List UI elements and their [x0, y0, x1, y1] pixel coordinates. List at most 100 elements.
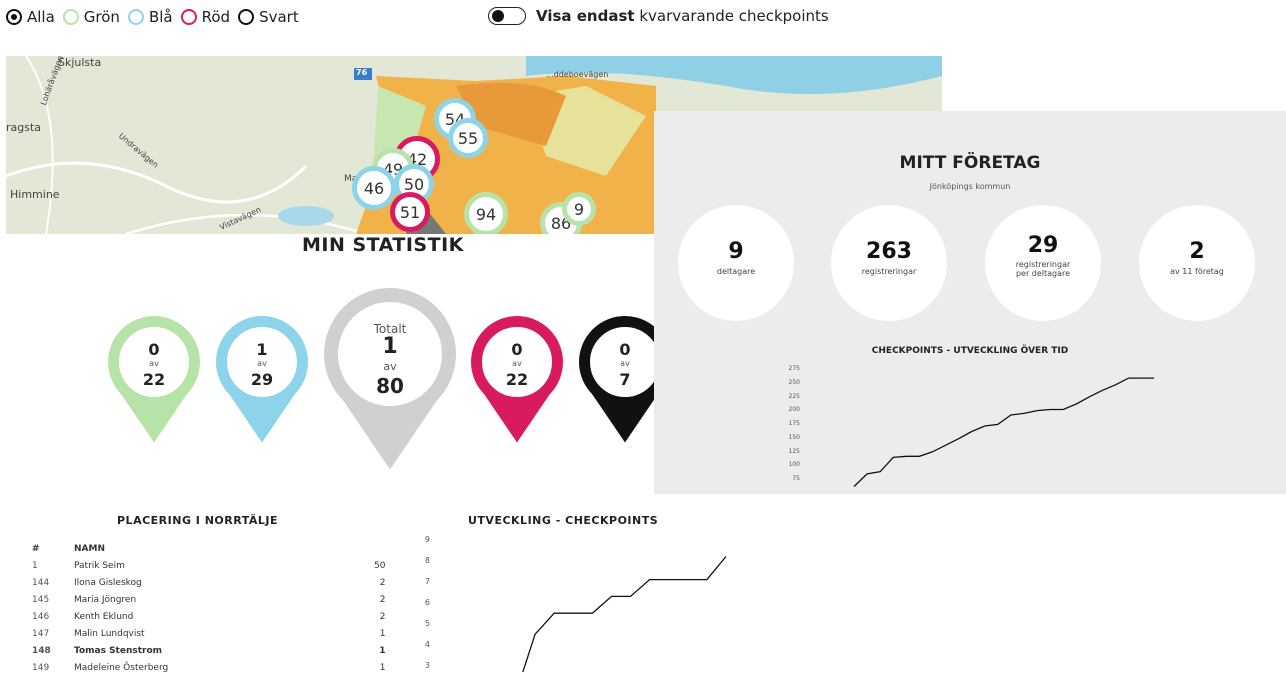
map-label-ragsta: ragsta: [6, 121, 42, 134]
y-tick-label: 4: [424, 640, 430, 649]
remaining-toggle[interactable]: Visa endast kvarvarande checkpoints: [488, 7, 829, 25]
company-chart: [853, 377, 1154, 487]
cell-rank: 1: [32, 560, 38, 571]
map-cluster[interactable]: 51: [390, 192, 430, 232]
table-header: # NAMN: [32, 540, 385, 557]
cell-name: Malin Lundqvist: [74, 628, 145, 639]
toggle-label: Visa endast kvarvarande checkpoints: [536, 7, 829, 25]
company-stat-value: 9: [728, 239, 744, 264]
cell-name: Tomas Stenstrom: [74, 645, 163, 656]
filter-label: Alla: [27, 8, 55, 26]
map-cluster[interactable]: 46: [352, 166, 396, 210]
cell-count: 2: [379, 594, 386, 605]
map-cluster[interactable]: 9: [562, 192, 596, 226]
toggle-switch[interactable]: [488, 7, 526, 25]
filter-alla[interactable]: Alla: [6, 8, 55, 26]
company-panel: MITT FÖRETAG Jönköpings kommun 9 deltagar…: [654, 111, 1286, 494]
company-stat-value: 2: [1189, 239, 1205, 264]
radio-icon[interactable]: [180, 9, 197, 25]
series-line: [522, 556, 727, 672]
company-stat-label: av 11 företag: [1170, 267, 1224, 276]
cell-name: Kenth Eklund: [74, 611, 134, 622]
filter-gron[interactable]: Grön: [62, 8, 120, 26]
cell-rank: 144: [32, 577, 50, 588]
toggle-label-bold: Visa endast: [536, 7, 635, 25]
radio-icon[interactable]: [62, 9, 79, 25]
radio-icon[interactable]: [6, 9, 22, 25]
company-stat-label: registreringar: [861, 267, 917, 276]
filter-label: Svart: [259, 8, 299, 26]
header-count: [374, 540, 385, 557]
series-line: [853, 377, 1154, 487]
toggle-label-rest: kvarvarande checkpoints: [639, 7, 829, 25]
cell-count: 50: [374, 560, 386, 571]
pin-value: 0: [148, 340, 160, 359]
pin-of: av: [149, 359, 159, 368]
filter-label: Röd: [201, 8, 231, 26]
pin-value: 0: [511, 340, 523, 359]
pin-total: 22: [142, 370, 166, 389]
cell-count: 1: [379, 662, 386, 673]
header-rank: #: [32, 543, 40, 554]
development-chart: [522, 556, 727, 672]
table-row[interactable]: 1 Patrik Seim 50: [32, 557, 385, 574]
pin-of: av: [383, 360, 397, 373]
radio-icon[interactable]: [238, 9, 255, 25]
cell-count: 2: [379, 577, 386, 588]
cell-rank: 145: [32, 594, 50, 605]
stat-pin-rod: 0 av 22: [469, 314, 565, 446]
table-row[interactable]: 148 Tomas Stenstrom 1: [32, 642, 385, 659]
company-subtitle: Jönköpings kommun: [929, 182, 1011, 191]
cell-rank: 146: [32, 611, 50, 622]
filter-rod[interactable]: Röd: [180, 8, 231, 26]
table-row[interactable]: 147 Malin Lundqvist 1: [32, 625, 385, 642]
company-stat-circle: 29 registreringar per deltagare: [985, 205, 1101, 321]
filter-group: Alla Grön Blå Röd Svart: [6, 5, 307, 29]
cell-count: 1: [379, 628, 386, 639]
company-stat-label: deltagare: [716, 267, 756, 276]
radio-icon[interactable]: [127, 9, 144, 25]
filter-svart[interactable]: Svart: [238, 8, 299, 26]
stat-pin-bla: 1 av 29: [214, 314, 310, 446]
company-stat-value: 263: [866, 239, 912, 264]
y-tick-label: 8: [424, 556, 430, 565]
pin-total: 29: [250, 370, 274, 389]
cell-count: 1: [379, 645, 386, 656]
cell-rank: 149: [32, 662, 50, 673]
table-row[interactable]: 146 Kenth Eklund 2: [32, 608, 385, 625]
map-road-label: ...ddeboevägen: [546, 70, 609, 79]
y-tick-label: 9: [424, 535, 430, 544]
filter-label: Grön: [83, 8, 120, 26]
pin-total: 80: [376, 374, 404, 398]
cell-rank: 147: [32, 628, 50, 639]
cell-name: Patrik Seim: [74, 560, 125, 571]
table-row[interactable]: 144 Ilona Gisleskog 2: [32, 574, 385, 591]
cell-name: Maria Jöngren: [74, 594, 137, 605]
company-chart-title: CHECKPOINTS - UTVECKLING ÖVER TID: [871, 346, 1069, 356]
company-title: MITT FÖRETAG: [899, 153, 1041, 173]
road-number-badge: 76: [356, 68, 368, 77]
cell-name: Madeleine Österberg: [74, 662, 169, 673]
company-stat-circle: 263 registreringar: [831, 205, 947, 321]
company-stat-value: 29: [1027, 233, 1059, 258]
map-label-himmine: Himmine: [10, 188, 60, 201]
table-row[interactable]: 145 Maria Jöngren 2: [32, 591, 385, 608]
filter-label: Blå: [148, 8, 173, 26]
cell-rank: 148: [32, 645, 51, 656]
company-stat-label: registreringar per deltagare: [1015, 260, 1071, 278]
pin-total: 22: [505, 370, 529, 389]
filter-bla[interactable]: Blå: [127, 8, 173, 26]
pin-value: 1: [382, 334, 398, 359]
map-cluster[interactable]: 55: [448, 118, 488, 158]
company-stat-circle: 9 deltagare: [678, 205, 794, 321]
y-tick-label: 6: [424, 598, 430, 607]
toggle-knob: [492, 10, 504, 22]
stat-pin-totalt: Totalt 1 av 80: [322, 286, 458, 471]
pin-value: 1: [256, 340, 268, 359]
development-title: UTVECKLING - CHECKPOINTS: [468, 514, 659, 527]
map-cluster[interactable]: 94: [464, 192, 508, 234]
pin-of: av: [512, 359, 522, 368]
table-row[interactable]: 149 Madeleine Österberg 1: [32, 659, 385, 676]
placement-title: PLACERING I NORRTÄLJE: [117, 514, 279, 527]
pin-of: av: [257, 359, 267, 368]
